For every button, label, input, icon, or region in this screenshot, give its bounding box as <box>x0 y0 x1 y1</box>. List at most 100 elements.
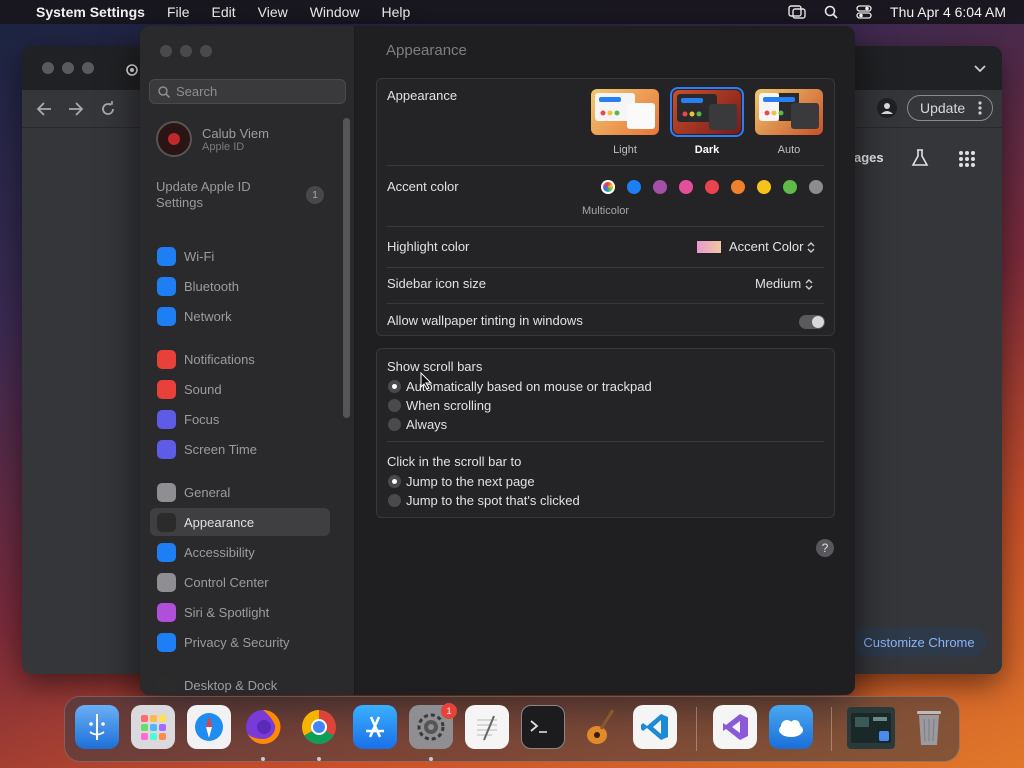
accent-color-swatch[interactable] <box>627 180 641 194</box>
accent-color-swatch[interactable] <box>757 180 771 194</box>
spotlight-icon[interactable] <box>824 5 838 19</box>
chrome-zoom-button[interactable] <box>82 62 94 74</box>
wallpaper-tinting-toggle[interactable] <box>799 315 825 329</box>
scroll-always-label[interactable]: Always <box>406 417 447 432</box>
dock-finder[interactable] <box>75 705 119 749</box>
menu-app-name[interactable]: System Settings <box>36 4 145 20</box>
scroll-always-radio[interactable] <box>388 418 401 431</box>
sidebar-item-general[interactable]: General <box>150 478 330 506</box>
accent-color-swatch[interactable] <box>783 180 797 194</box>
accent-color-swatch[interactable] <box>809 180 823 194</box>
sidebar-item-notifications[interactable]: Notifications <box>150 345 330 373</box>
dock-weather[interactable] <box>769 705 813 749</box>
help-button[interactable]: ? <box>816 539 834 557</box>
chrome-tab-dropdown-icon[interactable] <box>974 64 986 74</box>
sidebar-icon-size-popup[interactable]: Medium <box>755 276 813 291</box>
dock-visual-studio[interactable] <box>713 705 757 749</box>
dock-textedit[interactable] <box>465 705 509 749</box>
chrome-tab-icon[interactable] <box>126 64 138 76</box>
highlight-color-popup[interactable]: Accent Color <box>697 239 815 254</box>
customize-chrome-button[interactable]: Customize Chrome <box>852 627 986 657</box>
forward-icon[interactable] <box>68 101 84 117</box>
highlight-color-label: Highlight color <box>387 239 470 254</box>
menu-edit[interactable]: Edit <box>212 4 236 20</box>
close-button[interactable] <box>160 45 172 57</box>
sidebar-item-label: Focus <box>184 411 220 427</box>
sidebar-item-accessibility[interactable]: Accessibility <box>150 538 330 566</box>
dock-vscode[interactable] <box>633 705 677 749</box>
click-next-page-radio[interactable] <box>388 475 401 488</box>
dock-trash[interactable] <box>907 705 951 749</box>
dock-garageband[interactable] <box>577 705 621 749</box>
accessibility-icon <box>157 542 176 562</box>
account-subtitle: Apple ID <box>202 140 245 153</box>
update-apple-id-item[interactable]: Update Apple ID Settings <box>156 179 296 211</box>
more-options-icon[interactable] <box>978 101 982 115</box>
accent-color-swatch[interactable] <box>731 180 745 194</box>
dock-separator <box>696 707 697 751</box>
sidebar-item-wi-fi[interactable]: Wi-Fi <box>150 242 330 270</box>
scroll-auto-label[interactable]: Automatically based on mouse or trackpad <box>406 379 652 394</box>
click-spot-radio[interactable] <box>388 494 401 507</box>
labs-icon[interactable] <box>910 148 930 168</box>
sidebar-item-privacy-security[interactable]: Privacy & Security <box>150 628 330 656</box>
accent-color-swatch[interactable] <box>653 180 667 194</box>
sidebar-item-label: General <box>184 484 231 500</box>
accent-color-swatch[interactable] <box>679 180 693 194</box>
dock-safari[interactable] <box>187 705 231 749</box>
sidebar-item-appearance[interactable]: Appearance <box>150 508 330 536</box>
scroll-auto-radio[interactable] <box>388 380 401 393</box>
sidebar-item-label: Siri & Spotlight <box>184 604 270 620</box>
sidebar-item-control-center[interactable]: Control Center <box>150 568 330 596</box>
sidebar-item-desktop-dock[interactable]: Desktop & Dock <box>150 671 330 695</box>
profile-icon[interactable] <box>877 98 897 118</box>
scroll-when-scrolling-label[interactable]: When scrolling <box>406 398 491 413</box>
accent-color-swatch[interactable] <box>601 180 615 194</box>
scroll-when-scrolling-radio[interactable] <box>388 399 401 412</box>
back-icon[interactable] <box>36 101 52 117</box>
chrome-update-button[interactable]: Update <box>907 95 993 121</box>
menu-view[interactable]: View <box>258 4 288 20</box>
dock-chrome[interactable] <box>297 705 341 749</box>
sidebar-scrollbar[interactable] <box>343 118 350 418</box>
sidebar-item-siri-spotlight[interactable]: Siri & Spotlight <box>150 598 330 626</box>
desktop-dock-icon <box>157 675 176 695</box>
chrome-nav-label[interactable]: ages <box>854 150 884 165</box>
menu-bar: System Settings File Edit View Window He… <box>0 0 1024 24</box>
sidebar-item-label: Accessibility <box>184 544 255 560</box>
running-indicator <box>429 757 433 761</box>
control-center-icon <box>157 572 176 592</box>
dock-app-store[interactable] <box>353 705 397 749</box>
reload-icon[interactable] <box>100 101 116 117</box>
sidebar-item-screen-time[interactable]: Screen Time <box>150 435 330 463</box>
apps-grid-icon[interactable] <box>958 150 976 168</box>
minimize-button[interactable] <box>180 45 192 57</box>
sidebar-item-bluetooth[interactable]: Bluetooth <box>150 272 330 300</box>
menu-clock[interactable]: Thu Apr 4 6:04 AM <box>890 4 1006 20</box>
sidebar-item-focus[interactable]: Focus <box>150 405 330 433</box>
click-spot-label[interactable]: Jump to the spot that's clicked <box>406 493 580 508</box>
apple-id-account[interactable]: Calub Viem Apple ID <box>156 121 269 157</box>
dock-window-preview[interactable] <box>847 707 895 749</box>
menu-window[interactable]: Window <box>310 4 360 20</box>
customize-chrome-label: Customize Chrome <box>863 634 975 650</box>
zoom-button[interactable] <box>200 45 212 57</box>
chrome-minimize-button[interactable] <box>62 62 74 74</box>
dock-terminal[interactable] <box>521 705 565 749</box>
menu-help[interactable]: Help <box>382 4 411 20</box>
sidebar-item-network[interactable]: Network <box>150 302 330 330</box>
divider <box>387 303 824 304</box>
dock: 1 <box>64 696 960 762</box>
click-next-page-label[interactable]: Jump to the next page <box>406 474 535 489</box>
menu-file[interactable]: File <box>167 4 190 20</box>
display-icon[interactable] <box>788 5 806 19</box>
accent-color-swatch[interactable] <box>705 180 719 194</box>
dock-launchpad[interactable] <box>131 705 175 749</box>
dock-firefox[interactable] <box>241 705 285 749</box>
control-center-icon[interactable] <box>856 5 872 19</box>
siri-spotlight-icon <box>157 602 176 622</box>
chrome-close-button[interactable] <box>42 62 54 74</box>
sidebar-item-sound[interactable]: Sound <box>150 375 330 403</box>
sidebar-item-label: Notifications <box>184 351 255 367</box>
search-field[interactable]: Search <box>149 79 346 104</box>
